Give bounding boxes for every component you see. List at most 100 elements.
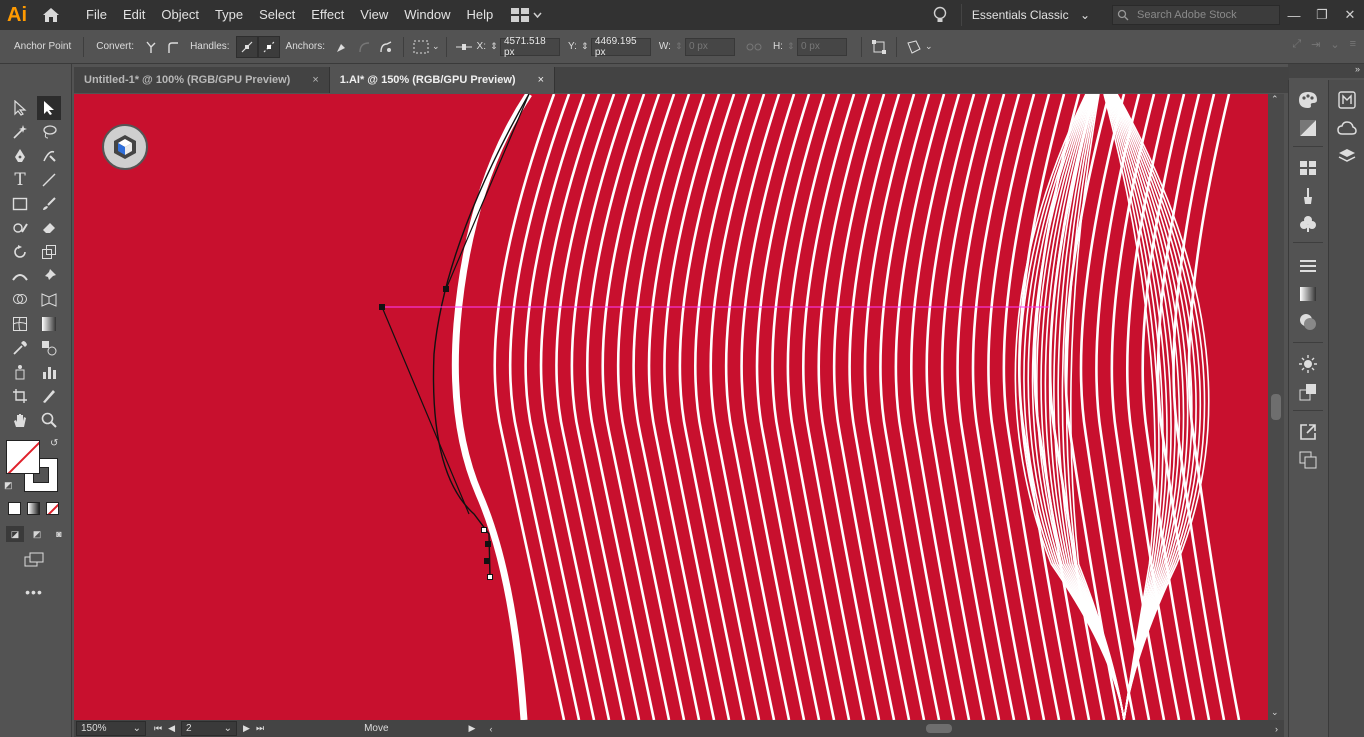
export-panel-button[interactable] xyxy=(1296,420,1320,444)
scroll-thumb[interactable] xyxy=(1271,394,1281,420)
y-field[interactable]: 4469.195 px xyxy=(590,36,651,58)
selection-tool[interactable] xyxy=(8,96,32,120)
fill-stroke-widget[interactable]: ↺ ◩ xyxy=(4,438,62,492)
close-window-button[interactable]: ✕ xyxy=(1336,0,1364,30)
width-tool[interactable] xyxy=(8,264,32,288)
close-icon[interactable]: × xyxy=(312,74,318,86)
color-guide-button[interactable] xyxy=(1296,116,1320,140)
cut-path-button[interactable] xyxy=(375,36,397,58)
scale-tool[interactable] xyxy=(37,240,61,264)
transform-button[interactable] xyxy=(868,36,890,58)
shape-builder-tool[interactable] xyxy=(8,288,32,312)
menu-file[interactable]: File xyxy=(78,0,115,30)
home-button[interactable] xyxy=(34,0,68,30)
artboard-number-select[interactable]: 2 ⌄ xyxy=(181,721,238,736)
menu-help[interactable]: Help xyxy=(458,0,501,30)
direct-selection-tool[interactable] xyxy=(37,96,61,120)
scroll-left-icon[interactable]: ‹ xyxy=(489,724,492,734)
tab-untitled-1[interactable]: Untitled-1* @ 100% (RGB/GPU Preview) × xyxy=(74,67,330,93)
pen-tool[interactable] xyxy=(8,144,32,168)
artboards-panel-button[interactable] xyxy=(1296,448,1320,472)
hand-tool[interactable] xyxy=(8,408,32,432)
blend-tool[interactable] xyxy=(37,336,61,360)
magic-wand-tool[interactable] xyxy=(8,120,32,144)
y-stepper[interactable]: ⇕ xyxy=(579,41,591,52)
gpu-performance-icon[interactable] xyxy=(102,124,148,170)
symbol-sprayer-tool[interactable] xyxy=(8,360,32,384)
curvature-tool[interactable] xyxy=(37,144,61,168)
gradient-panel-button[interactable] xyxy=(1296,282,1320,306)
menu-object[interactable]: Object xyxy=(153,0,207,30)
convert-corner-button[interactable] xyxy=(140,36,162,58)
panel-menu-icon[interactable]: ≡ xyxy=(1350,38,1356,51)
menu-type[interactable]: Type xyxy=(207,0,251,30)
zoom-select[interactable]: 150% ⌄ xyxy=(76,721,146,736)
stroke-panel-button[interactable] xyxy=(1296,254,1320,278)
lasso-tool[interactable] xyxy=(37,120,61,144)
column-graph-tool[interactable] xyxy=(37,360,61,384)
stock-search-input[interactable]: Search Adobe Stock xyxy=(1112,5,1280,25)
layers-panel-button[interactable] xyxy=(1335,144,1359,168)
remove-anchor-button[interactable] xyxy=(331,36,353,58)
rotate-tool[interactable] xyxy=(8,240,32,264)
transparency-panel-button[interactable] xyxy=(1296,310,1320,334)
libraries-panel-button[interactable] xyxy=(1335,88,1359,112)
draw-behind-button[interactable]: ◩ xyxy=(28,526,46,542)
symbols-panel-button[interactable] xyxy=(1296,212,1320,236)
restore-button[interactable]: ❐ xyxy=(1308,0,1336,30)
anchor-point[interactable] xyxy=(481,527,487,533)
workspace-switcher[interactable]: Essentials Classic ⌄ xyxy=(960,4,1100,26)
close-icon[interactable]: × xyxy=(538,74,544,86)
puppet-warp-tool[interactable] xyxy=(37,264,61,288)
isolate-button[interactable] xyxy=(410,36,432,58)
rectangle-tool[interactable] xyxy=(8,192,32,216)
lightbulb-icon[interactable] xyxy=(933,6,947,24)
menu-select[interactable]: Select xyxy=(251,0,303,30)
brushes-panel-button[interactable] xyxy=(1296,184,1320,208)
x-field[interactable]: 4571.518 px xyxy=(500,36,560,58)
default-colors-icon[interactable]: ◩ xyxy=(4,480,13,491)
hide-handles-button[interactable] xyxy=(257,35,280,58)
gradient-mode-button[interactable] xyxy=(27,502,40,515)
next-artboard-icon[interactable]: ▶ xyxy=(243,723,250,734)
prev-artboard-icon[interactable]: ◀ xyxy=(168,723,175,734)
status-menu-icon[interactable]: ▶ xyxy=(469,723,476,734)
puppet-warp-button[interactable] xyxy=(903,36,925,58)
draw-inside-button[interactable]: ◙ xyxy=(50,526,68,542)
direction-handle-point[interactable] xyxy=(443,286,449,292)
none-mode-button[interactable] xyxy=(46,502,59,515)
scroll-down-icon[interactable]: ⌄ xyxy=(1271,707,1279,718)
gradient-tool[interactable] xyxy=(37,312,61,336)
artboard-canvas[interactable] xyxy=(74,94,1268,720)
dock-collapse-strip[interactable]: » xyxy=(1288,64,1364,78)
scroll-up-icon[interactable]: ⌃ xyxy=(1271,94,1279,105)
eyedropper-tool[interactable] xyxy=(8,336,32,360)
swatches-panel-button[interactable] xyxy=(1296,156,1320,180)
eraser-tool[interactable] xyxy=(37,216,61,240)
menu-effect[interactable]: Effect xyxy=(303,0,352,30)
arrange-documents-button[interactable] xyxy=(511,8,542,22)
tab-1-ai[interactable]: 1.AI* @ 150% (RGB/GPU Preview) × xyxy=(329,67,556,93)
screen-mode-button[interactable] xyxy=(22,548,46,572)
scroll-right-icon[interactable]: › xyxy=(1275,724,1278,734)
graphic-styles-panel-button[interactable] xyxy=(1296,380,1320,404)
first-artboard-icon[interactable]: ⏮ xyxy=(154,723,162,734)
convert-smooth-button[interactable] xyxy=(162,36,184,58)
menu-window[interactable]: Window xyxy=(396,0,458,30)
vertical-scrollbar[interactable]: ⌃ ⌄ xyxy=(1268,94,1284,720)
line-tool[interactable] xyxy=(37,168,61,192)
fill-swatch[interactable] xyxy=(6,440,40,474)
slice-tool[interactable] xyxy=(37,384,61,408)
edit-toolbar-button[interactable]: ••• xyxy=(22,580,46,604)
appearance-panel-button[interactable] xyxy=(1296,352,1320,376)
show-handles-button[interactable] xyxy=(235,35,258,58)
draw-normal-button[interactable]: ◪ xyxy=(6,526,24,542)
creative-cloud-button[interactable] xyxy=(1335,116,1359,140)
menu-view[interactable]: View xyxy=(352,0,396,30)
horizontal-scroll-thumb[interactable] xyxy=(926,724,953,733)
type-tool[interactable]: T xyxy=(8,168,32,192)
direction-handle-point[interactable] xyxy=(379,304,385,310)
color-mode-button[interactable] xyxy=(8,502,21,515)
horizontal-scrollbar[interactable] xyxy=(496,721,1271,736)
minimize-button[interactable]: — xyxy=(1280,0,1308,30)
